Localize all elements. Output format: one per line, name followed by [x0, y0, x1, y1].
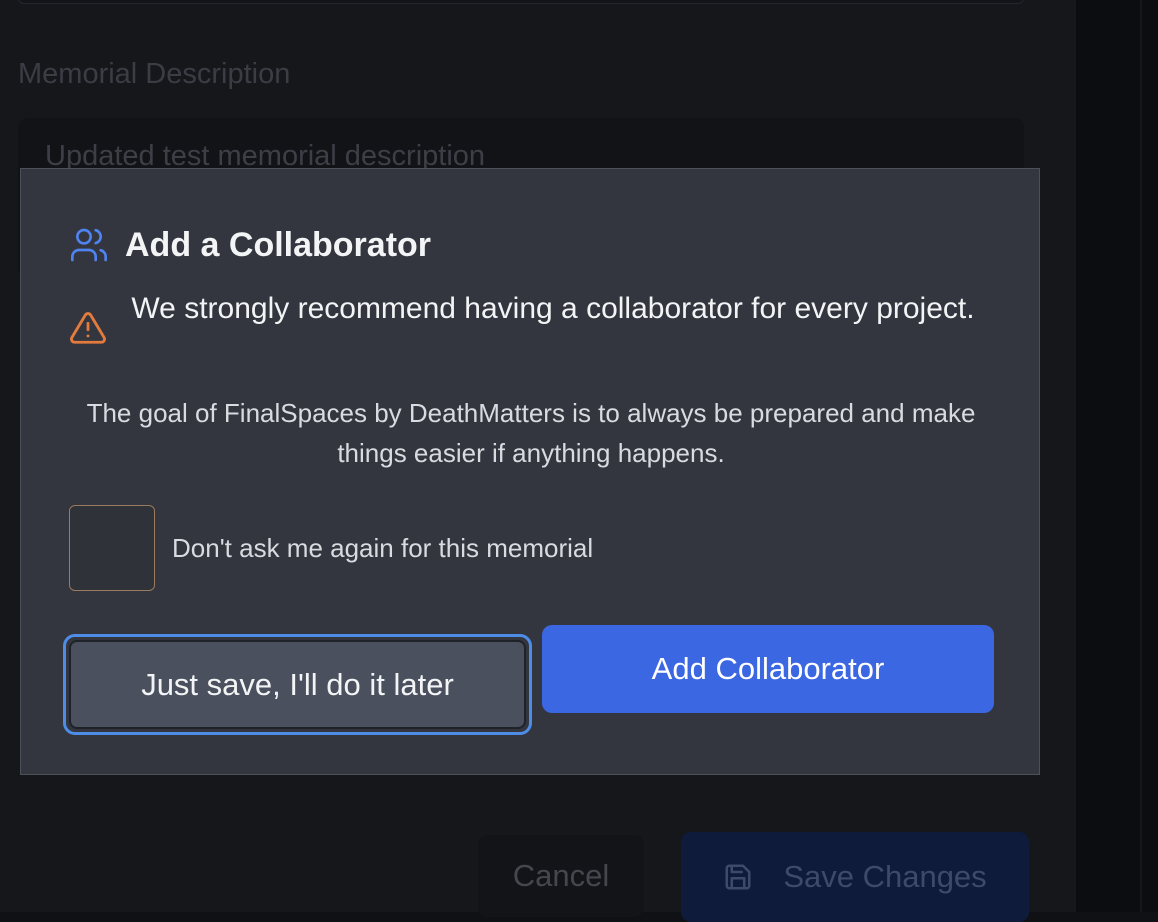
dialog-title: Add a Collaborator — [125, 225, 432, 264]
save-changes-label: Save Changes — [783, 859, 987, 894]
dont-ask-again-row[interactable]: Don't ask me again for this memorial — [69, 505, 593, 591]
previous-input-field — [18, 0, 1024, 4]
add-collaborator-dialog: Add a Collaborator We strongly recommend… — [20, 168, 1040, 775]
cancel-button: Cancel — [478, 835, 644, 917]
warning-message: We strongly recommend having a collabora… — [69, 289, 993, 369]
memorial-description-label: Memorial Description — [18, 58, 291, 90]
dialog-header: Add a Collaborator — [69, 225, 431, 265]
add-collaborator-button-label[interactable]: Add Collaborator — [652, 651, 885, 687]
cancel-button-label: Cancel — [512, 858, 610, 893]
save-icon — [723, 862, 753, 892]
goal-description: The goal of FinalSpaces by DeathMatters … — [86, 398, 976, 468]
warning-text: We strongly recommend having a collabora… — [131, 292, 975, 325]
save-changes-button: Save Changes — [681, 832, 1029, 922]
add-collaborator-button[interactable]: Add Collaborator — [542, 625, 994, 713]
dont-ask-again-label[interactable]: Don't ask me again for this memorial — [172, 533, 593, 564]
just-save-button[interactable]: Just save, I'll do it later — [63, 634, 532, 735]
right-gutter — [1076, 0, 1158, 912]
just-save-button-label[interactable]: Just save, I'll do it later — [69, 640, 526, 729]
warning-icon — [69, 309, 107, 347]
users-icon — [69, 225, 109, 265]
dont-ask-again-checkbox[interactable] — [69, 505, 155, 591]
